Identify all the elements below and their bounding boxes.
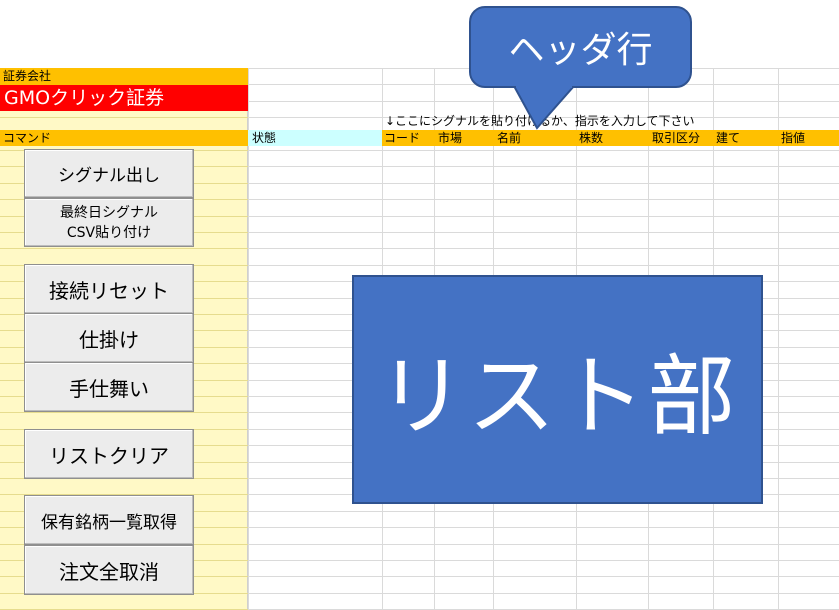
grid-row-line bbox=[248, 527, 839, 528]
grid-row-line bbox=[248, 150, 839, 151]
last-day-signal-csv-button[interactable]: 最終日シグナル CSV貼り付け bbox=[24, 198, 194, 247]
panel-row-line bbox=[0, 248, 248, 249]
button-line-2: CSV貼り付け bbox=[66, 224, 152, 241]
cancel-all-orders-button[interactable]: 注文全取消 bbox=[24, 545, 194, 595]
reset-connection-button[interactable]: 接続リセット bbox=[24, 264, 194, 314]
grid-row-line bbox=[248, 576, 839, 577]
column-header-trade-type: 取引区分 bbox=[652, 131, 701, 145]
instruction-text: ↓ここにシグナルを貼り付けるか、指示を入力して下さい bbox=[385, 114, 695, 128]
grid-row-line bbox=[248, 232, 839, 233]
column-header-limit-price: 指値 bbox=[781, 131, 806, 145]
callout-seam bbox=[516, 82, 572, 88]
grid-row-line bbox=[248, 101, 839, 102]
status-header-cell[interactable]: 状態 bbox=[248, 130, 382, 146]
grid-column-line bbox=[248, 68, 249, 610]
column-header-code: コード bbox=[384, 131, 421, 145]
column-header-market: 市場 bbox=[438, 131, 463, 145]
clear-list-button[interactable]: リストクリア bbox=[24, 429, 194, 479]
get-holdings-button[interactable]: 保有銘柄一覧取得 bbox=[24, 495, 194, 545]
list-area-label: リスト部 bbox=[352, 275, 763, 504]
grid-row-line bbox=[248, 511, 839, 512]
signal-out-button[interactable]: シグナル出し bbox=[24, 149, 194, 198]
header-row[interactable]: コード 市場 名前 株数 取引区分 建て 指値 bbox=[382, 130, 839, 146]
grid-row-line bbox=[248, 183, 839, 184]
broker-name-cell[interactable]: GMOクリック証券 bbox=[0, 85, 248, 111]
grid-row-line bbox=[248, 560, 839, 561]
header-row-callout: ヘッダ行 bbox=[469, 6, 692, 88]
close-position-button[interactable]: 手仕舞い bbox=[24, 362, 194, 412]
command-label: コマンド bbox=[0, 130, 248, 146]
grid-row-line bbox=[248, 265, 839, 266]
column-header-shares: 株数 bbox=[579, 131, 604, 145]
grid-column-line bbox=[778, 68, 779, 610]
grid-row-line bbox=[248, 166, 839, 167]
button-line-1: 最終日シグナル bbox=[60, 204, 158, 221]
grid-row-line bbox=[248, 593, 839, 594]
panel-row-line bbox=[0, 117, 248, 118]
column-header-position: 建て bbox=[716, 131, 741, 145]
grid-row-line bbox=[248, 248, 839, 249]
broker-label: 証券会社 bbox=[0, 68, 248, 85]
grid-row-line bbox=[248, 544, 839, 545]
column-header-name: 名前 bbox=[497, 131, 522, 145]
grid-row-line bbox=[248, 199, 839, 200]
place-order-button[interactable]: 仕掛け bbox=[24, 313, 194, 363]
panel-row-line bbox=[0, 412, 248, 413]
grid-row-line bbox=[248, 216, 839, 217]
